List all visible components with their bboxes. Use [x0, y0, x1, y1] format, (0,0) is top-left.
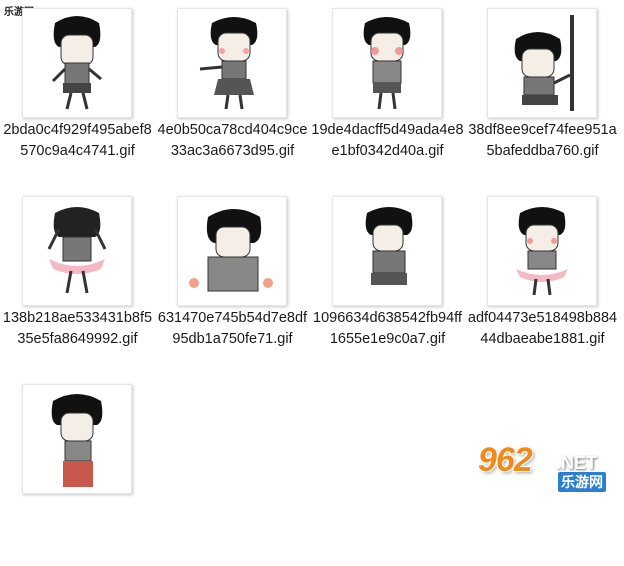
meme-character-pointing-icon [199, 17, 258, 110]
gif-thumbnail[interactable] [487, 196, 597, 306]
meme-character-peeking-icon [514, 15, 574, 111]
file-name[interactable]: 631470e745b54d7e8df95db1a750fe71.gif [155, 308, 310, 350]
file-item[interactable]: 138b218ae533431b8f535e5fa8649992.gif [0, 188, 155, 378]
file-grid: 2bda0c4f929f495abef8570c9a4c4741.gif 4e0… [0, 0, 624, 499]
file-name[interactable]: 38df8ee9cef74fee951a5bafeddba760.gif [465, 120, 620, 162]
gif-thumbnail[interactable] [177, 8, 287, 118]
file-item[interactable]: 19de4dacff5d49ada4e8e1bf0342d40a.gif [310, 0, 465, 190]
file-name[interactable]: 4e0b50ca78cd404c9ce33ac3a6673d95.gif [155, 120, 310, 162]
gif-thumbnail[interactable] [332, 8, 442, 118]
gif-thumbnail[interactable] [22, 384, 132, 494]
file-item[interactable]: 631470e745b54d7e8df95db1a750fe71.gif [155, 188, 310, 378]
meme-character-red-pants-icon [51, 394, 103, 487]
file-name[interactable]: 138b218ae533431b8f535e5fa8649992.gif [0, 308, 155, 350]
file-name[interactable]: adf04473e518498b88444dbaeabe1881.gif [465, 308, 620, 350]
meme-character-ballerina-icon [47, 207, 107, 294]
meme-character-blushing-icon [363, 17, 411, 110]
file-name[interactable]: 1096634d638542fb94ff1655e1e9c0a7.gif [310, 308, 465, 350]
file-item[interactable] [0, 376, 155, 566]
meme-character-tutu-icon [516, 207, 568, 296]
file-item[interactable]: 4e0b50ca78cd404c9ce33ac3a6673d95.gif [155, 0, 310, 190]
watermark-logo: 962 .NET 乐游网 [478, 441, 618, 493]
gif-thumbnail[interactable] [177, 196, 287, 306]
meme-character-standing-icon [51, 16, 102, 110]
watermark-tld: .NET [556, 453, 598, 473]
gif-thumbnail[interactable] [22, 8, 132, 118]
gif-thumbnail[interactable] [22, 196, 132, 306]
file-item[interactable]: 2bda0c4f929f495abef8570c9a4c4741.gif [0, 0, 155, 190]
file-item[interactable]: 38df8ee9cef74fee951a5bafeddba760.gif [465, 0, 620, 190]
watermark-cn: 乐游网 [558, 472, 606, 492]
meme-character-flowers-icon [189, 209, 273, 292]
file-item[interactable]: adf04473e518498b88444dbaeabe1881.gif [465, 188, 620, 378]
watermark-number: 962 [478, 441, 533, 479]
gif-thumbnail[interactable] [487, 8, 597, 118]
file-name[interactable]: 19de4dacff5d49ada4e8e1bf0342d40a.gif [310, 120, 465, 162]
file-item[interactable]: 1096634d638542fb94ff1655e1e9c0a7.gif [310, 188, 465, 378]
file-name[interactable]: 2bda0c4f929f495abef8570c9a4c4741.gif [0, 120, 155, 162]
gif-thumbnail[interactable] [332, 196, 442, 306]
meme-character-crouching-icon [365, 207, 413, 285]
